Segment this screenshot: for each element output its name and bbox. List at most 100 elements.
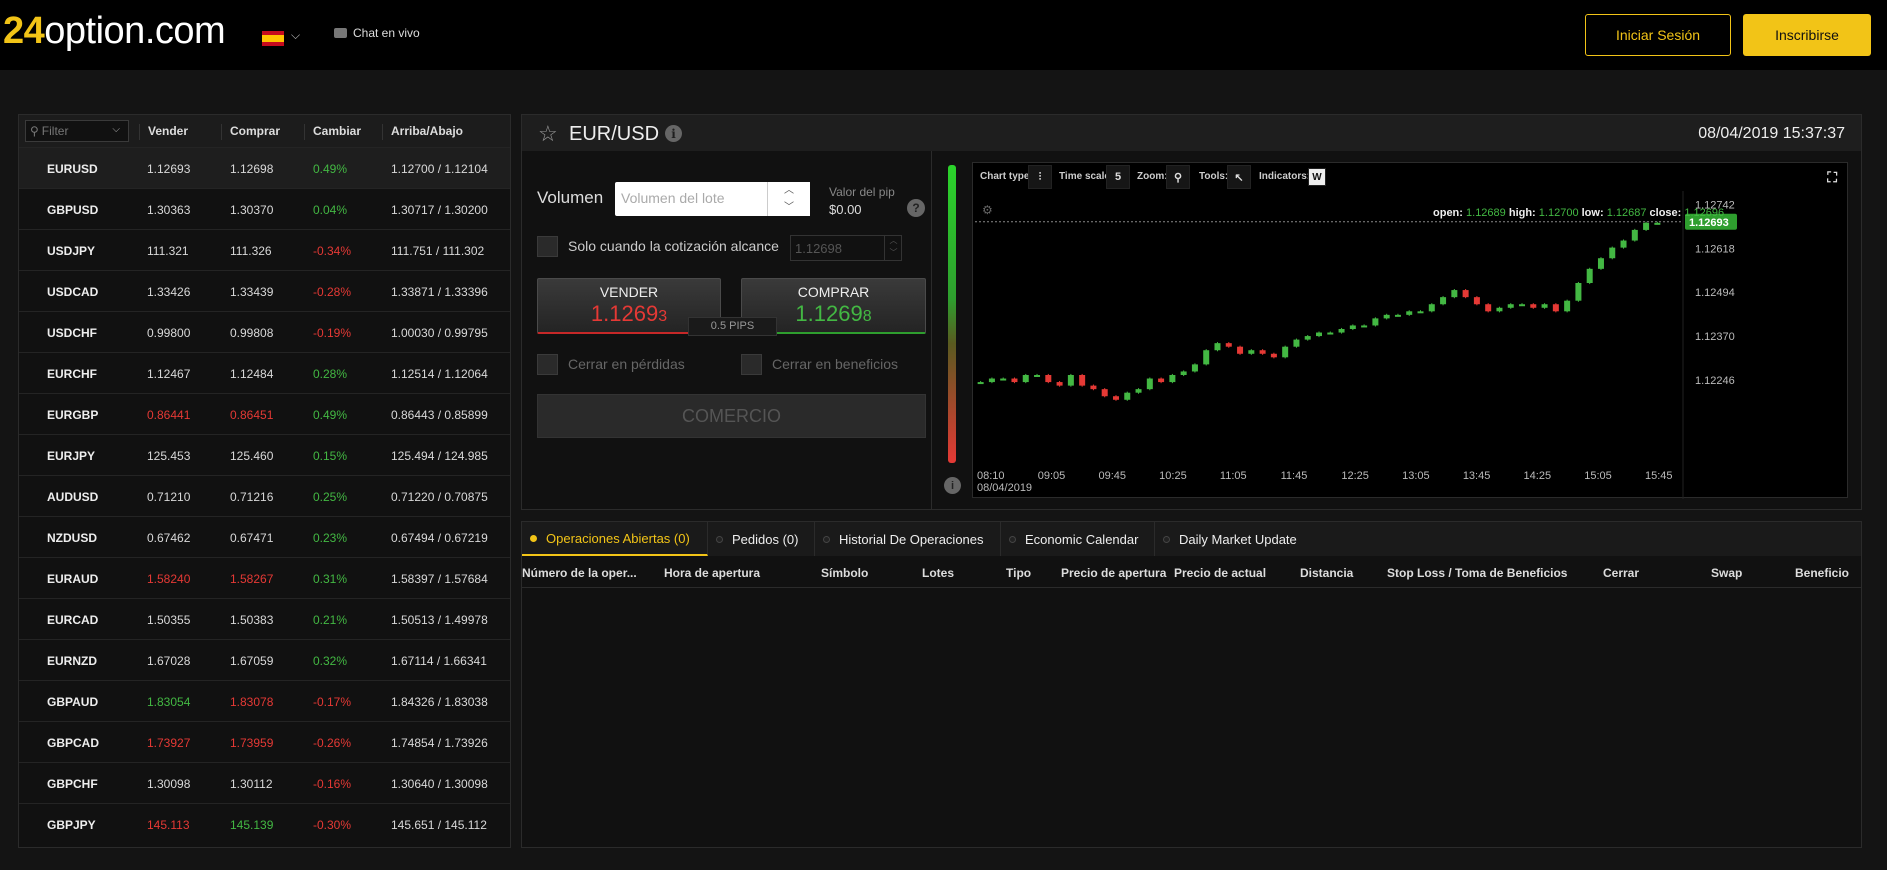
filter-dropdown[interactable]: ⚲ Filter ⌵ <box>25 120 129 142</box>
chevron-down-icon[interactable]: ﹀ <box>768 199 810 216</box>
signup-button[interactable]: Inscribirse <box>1743 14 1871 56</box>
stop-loss-label: Cerrar en pérdidas <box>568 356 685 372</box>
logo-number: 24 <box>3 10 45 52</box>
quote-row-usdchf[interactable]: USDCHF 0.99800 0.99808 -0.19% 1.00030 / 0.99… <box>19 311 510 352</box>
time-scale-select[interactable]: 5 <box>1106 165 1130 189</box>
quote-sell: 1.12693 <box>147 162 191 176</box>
col-type[interactable]: Tipo <box>1006 566 1031 580</box>
x-tick-label: 13:05 <box>1402 470 1430 482</box>
trade-button[interactable]: COMERCIO <box>537 394 926 438</box>
indicators-label: Indicators: <box>1259 171 1311 182</box>
chevron-down-icon[interactable]: ⌵ <box>291 28 300 43</box>
info-icon[interactable]: i <box>665 125 682 142</box>
col-swap[interactable]: Swap <box>1711 566 1742 580</box>
quotes-table: ⚲ Filter ⌵ Vender Comprar Cambiar Arriba/A… <box>18 114 511 848</box>
quote-row-euraud[interactable]: EURAUD 1.58240 1.58267 0.31% 1.58397 / 1.576… <box>19 557 510 598</box>
y-tick-label: 1.12618 <box>1695 243 1735 255</box>
quote-row-gbpjpy[interactable]: GBPJPY 145.113 145.139 -0.30% 145.651 / 145.… <box>19 803 510 844</box>
stop-loss-checkbox[interactable] <box>537 354 558 375</box>
chart-type-label: Chart type: <box>980 171 1033 182</box>
quote-symbol: EURNZD <box>47 654 97 668</box>
tab-economic-calendar[interactable]: Economic Calendar <box>1001 522 1155 556</box>
quote-row-gbpaud[interactable]: GBPAUD 1.83054 1.83078 -0.17% 1.84326 / 1.83… <box>19 680 510 721</box>
limit-stepper[interactable]: ︿ ﹀ <box>884 235 902 261</box>
quote-change: 0.21% <box>313 613 348 627</box>
quote-row-eurcad[interactable]: EURCAD 1.50355 1.50383 0.21% 1.50513 / 1.499… <box>19 598 510 639</box>
price-chart[interactable]: 1.12742 1.12618 1.12494 1.12370 1.12246 1.126… <box>972 162 1848 499</box>
zoom-icon[interactable]: ⚲ <box>1166 165 1190 189</box>
take-profit-checkbox[interactable] <box>741 354 762 375</box>
chevron-up-icon[interactable]: ︿ <box>768 182 810 199</box>
col-lots[interactable]: Lotes <box>922 566 954 580</box>
gear-icon[interactable]: ⚙ <box>982 203 993 217</box>
candle-body <box>1124 392 1131 400</box>
col-close[interactable]: Cerrar <box>1603 566 1639 580</box>
candle-body <box>1643 222 1650 230</box>
orders-table-header: Número de la oper... Hora de apertura Sí… <box>522 556 1861 588</box>
col-open-time[interactable]: Hora de apertura <box>664 566 760 580</box>
col-trade-number[interactable]: Número de la oper... <box>522 566 637 580</box>
login-button[interactable]: Iniciar Sesión <box>1585 14 1731 56</box>
quote-row-gbpchf[interactable]: GBPCHF 1.30098 1.30112 -0.16% 1.30640 / 1.30… <box>19 762 510 803</box>
col-symbol[interactable]: Símbolo <box>821 566 868 580</box>
limit-order-checkbox[interactable] <box>537 236 558 257</box>
tools-label: Tools: <box>1199 171 1229 182</box>
candle-body <box>1440 297 1447 305</box>
quote-high-low: 1.74854 / 1.73926 <box>391 736 488 750</box>
spain-flag-icon[interactable] <box>262 31 284 46</box>
quote-symbol: EURGBP <box>47 408 99 422</box>
quote-row-usdjpy[interactable]: USDJPY 111.321 111.326 -0.34% 111.751 / 111.… <box>19 229 510 270</box>
quote-row-eurgbp[interactable]: EURGBP 0.86441 0.86451 0.49% 0.86443 / 0.858… <box>19 393 510 434</box>
column-buy[interactable]: Comprar <box>221 124 280 140</box>
quote-row-eurjpy[interactable]: EURJPY 125.453 125.460 0.15% 125.494 / 124.9… <box>19 434 510 475</box>
col-sl-tp[interactable]: Stop Loss / Toma de Beneficios <box>1387 566 1567 580</box>
quote-symbol: USDCAD <box>47 285 99 299</box>
cursor-icon[interactable]: ↖ <box>1227 165 1251 189</box>
tab-open-trades[interactable]: Operaciones Abiertas (0) <box>522 522 708 556</box>
candle-body <box>1180 371 1187 375</box>
quote-row-usdcad[interactable]: USDCAD 1.33426 1.33439 -0.28% 1.33871 / 1.33… <box>19 270 510 311</box>
candle-body <box>1101 389 1108 397</box>
col-profit[interactable]: Beneficio <box>1795 566 1849 580</box>
quote-row-eurusd[interactable]: EURUSD 1.12693 1.12698 0.49% 1.12700 / 1.121… <box>19 147 510 188</box>
column-high-low[interactable]: Arriba/Abajo <box>382 124 463 140</box>
candle-body <box>1225 343 1232 347</box>
candle-body <box>1270 353 1277 358</box>
live-chat-link[interactable]: Chat en vivo <box>334 26 420 40</box>
quote-row-eurnzd[interactable]: EURNZD 1.67028 1.67059 0.32% 1.67114 / 1.663… <box>19 639 510 680</box>
tab-orders[interactable]: Pedidos (0) <box>708 522 815 556</box>
col-open-price[interactable]: Precio de apertura <box>1061 566 1166 580</box>
candle-body <box>1383 314 1390 319</box>
chart-info-icon[interactable]: i <box>944 477 961 494</box>
quote-row-audusd[interactable]: AUDUSD 0.71210 0.71216 0.25% 0.71220 / 0.708… <box>19 475 510 516</box>
column-change[interactable]: Cambiar <box>304 124 361 140</box>
quote-change: 0.32% <box>313 654 348 668</box>
pip-value: $0.00 <box>829 202 862 217</box>
col-current-price[interactable]: Precio de actual <box>1174 566 1266 580</box>
indicators-icon[interactable]: W <box>1308 168 1326 186</box>
quote-row-gbpcad[interactable]: GBPCAD 1.73927 1.73959 -0.26% 1.74854 / 1.73… <box>19 721 510 762</box>
quote-high-low: 1.67114 / 1.66341 <box>391 654 487 668</box>
col-distance[interactable]: Distancia <box>1300 566 1353 580</box>
help-icon[interactable]: ? <box>907 199 925 217</box>
candle-body <box>1394 314 1401 317</box>
favorite-star-icon[interactable]: ☆ <box>538 121 558 147</box>
quote-row-gbpusd[interactable]: GBPUSD 1.30363 1.30370 0.04% 1.30717 / 1.302… <box>19 188 510 229</box>
brand-logo[interactable]: 24option.com <box>3 10 226 53</box>
column-sell[interactable]: Vender <box>139 124 188 140</box>
quote-row-eurchf[interactable]: EURCHF 1.12467 1.12484 0.28% 1.12514 / 1.120… <box>19 352 510 393</box>
quote-change: 0.28% <box>313 367 348 381</box>
tab-trade-history[interactable]: Historial De Operaciones <box>815 522 1001 556</box>
quote-change: 0.25% <box>313 490 348 504</box>
fullscreen-icon[interactable]: ⛶ <box>1827 169 1837 186</box>
quote-row-nzdusd[interactable]: NZDUSD 0.67462 0.67471 0.23% 0.67494 / 0.672… <box>19 516 510 557</box>
candle-body <box>1146 378 1153 390</box>
candle-body <box>1056 382 1063 386</box>
candle-body <box>977 382 984 385</box>
quote-buy: 1.73959 <box>230 736 274 750</box>
candle-body <box>1316 332 1322 337</box>
candle-body <box>1169 375 1176 383</box>
candle-body <box>1203 350 1210 365</box>
candlestick-icon[interactable]: ⫶ <box>1028 165 1052 189</box>
tab-daily-market-update[interactable]: Daily Market Update <box>1155 522 1301 556</box>
